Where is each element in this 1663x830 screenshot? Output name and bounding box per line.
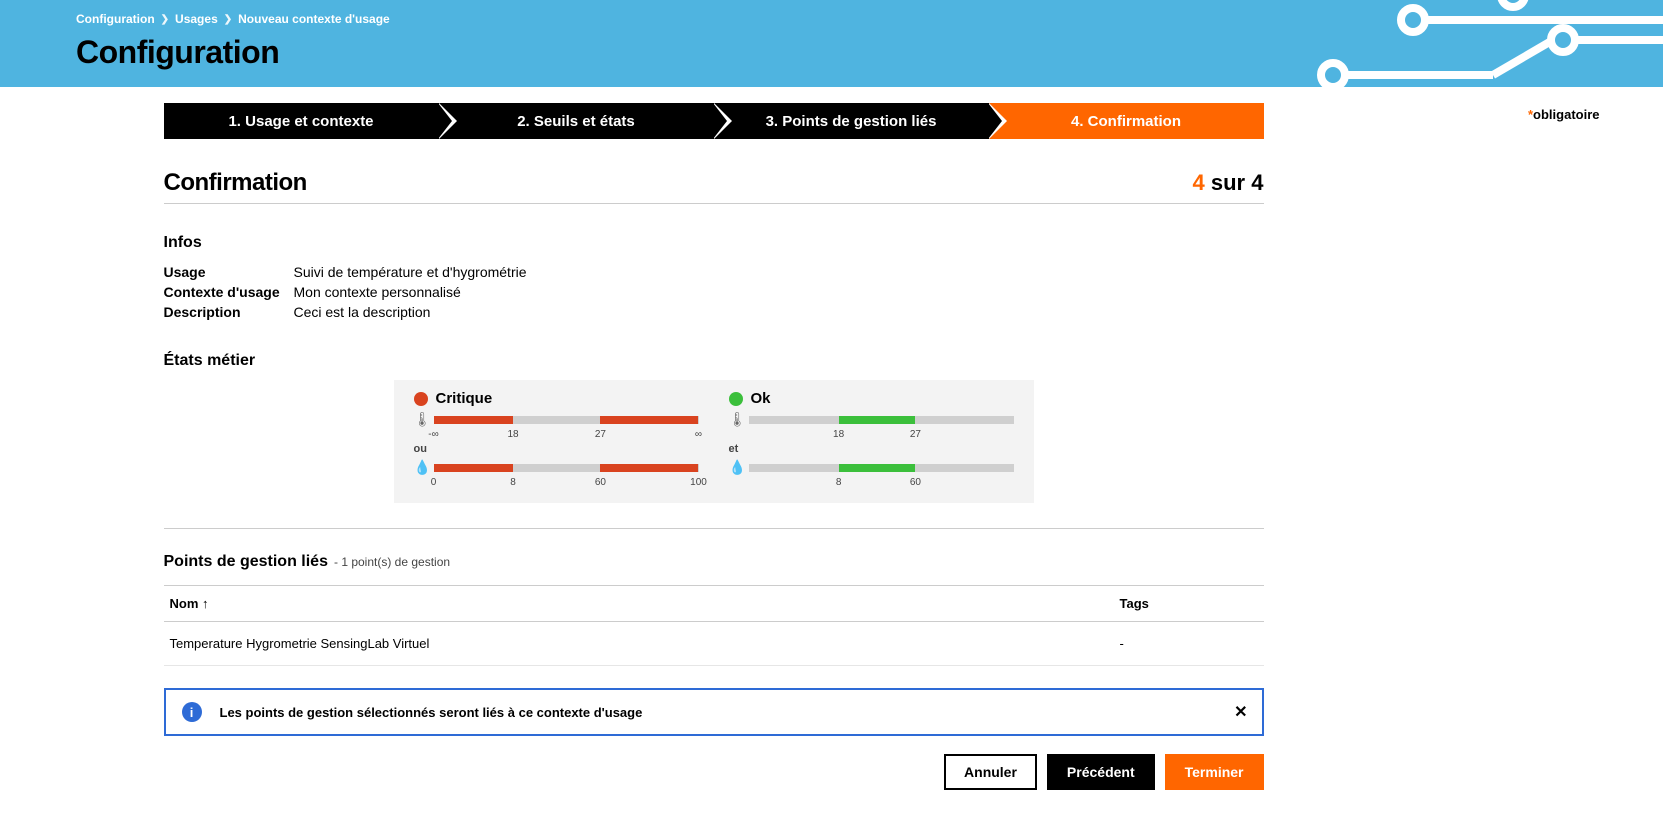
states-panel: Critique 🌡 -∞ 18 27 ∞ ou 💧 [394,380,1034,503]
wizard-step-4[interactable]: 4. Confirmation [989,103,1264,139]
wizard-step-2[interactable]: 2. Seuils et états [439,103,714,139]
droplet-icon: 💧 [729,459,743,476]
droplet-icon: 💧 [414,459,428,476]
humidity-gauge-ok [749,464,1014,472]
close-icon[interactable]: ✕ [1234,702,1247,722]
wizard-step-1[interactable]: 1. Usage et contexte [164,103,439,139]
finish-button[interactable]: Terminer [1165,754,1264,790]
usage-value: Suivi de température et d'hygrométrie [294,264,527,280]
description-label: Description [164,304,294,320]
column-header-tags[interactable]: Tags [1114,586,1264,622]
breadcrumb-configuration[interactable]: Configuration [76,12,155,26]
chevron-right-icon: ❯ [161,14,169,25]
usage-label: Usage [164,264,294,280]
linked-points-table: Nom ↑ Tags Temperature Hygrometrie Sensi… [164,585,1264,666]
state-ok-label: Ok [751,390,771,407]
previous-button[interactable]: Précédent [1047,754,1155,790]
temp-gauge-ok [749,416,1014,424]
humidity-gauge-critique [434,464,699,472]
infos-grid: UsageSuivi de température et d'hygrométr… [164,262,1500,322]
status-dot-red-icon [414,392,428,406]
cell-tags: - [1114,622,1264,666]
info-banner: i Les points de gestion sélectionnés ser… [164,688,1264,736]
context-value: Mon contexte personnalisé [294,284,461,300]
wizard-step-3[interactable]: 3. Points de gestion liés [714,103,989,139]
breadcrumb-usages[interactable]: Usages [175,12,218,26]
cell-nom: Temperature Hygrometrie SensingLab Virtu… [164,622,1114,666]
logic-or: ou [414,443,699,455]
cancel-button[interactable]: Annuler [944,754,1037,790]
info-icon: i [182,702,202,722]
sort-asc-icon: ↑ [202,596,209,611]
linked-points-count: - 1 point(s) de gestion [334,555,450,569]
breadcrumb-new-context[interactable]: Nouveau contexte d'usage [238,12,390,26]
states-heading: États métier [164,352,1264,370]
info-banner-message: Les points de gestion sélectionnés seron… [220,705,643,720]
status-dot-green-icon [729,392,743,406]
context-label: Contexte d'usage [164,284,294,300]
breadcrumb: Configuration ❯ Usages ❯ Nouveau context… [76,12,1663,26]
infos-heading: Infos [164,234,1500,252]
state-critique: Critique 🌡 -∞ 18 27 ∞ ou 💧 [414,390,699,489]
state-critique-label: Critique [436,390,493,407]
logic-and: et [729,443,1014,455]
page-header: Configuration ❯ Usages ❯ Nouveau context… [0,0,1663,87]
wizard-steps: 1. Usage et contexte 2. Seuils et états … [164,103,1264,139]
state-ok: Ok 🌡 18 27 et 💧 [729,390,1014,489]
page-title: Configuration [76,34,1663,71]
thermometer-icon: 🌡 [729,411,743,428]
column-header-nom[interactable]: Nom ↑ [164,586,1114,622]
description-value: Ceci est la description [294,304,431,320]
action-bar: Annuler Précédent Terminer [164,754,1264,790]
table-row: Temperature Hygrometrie SensingLab Virtu… [164,622,1264,666]
temp-gauge-critique [434,416,699,424]
linked-points-title: Points de gestion liés [164,553,328,571]
step-counter: 4 sur 4 [1193,170,1264,196]
chevron-right-icon: ❯ [224,14,232,25]
thermometer-icon: 🌡 [414,411,428,428]
required-indicator: *obligatoire [1528,107,1600,122]
section-title: Confirmation [164,169,307,197]
